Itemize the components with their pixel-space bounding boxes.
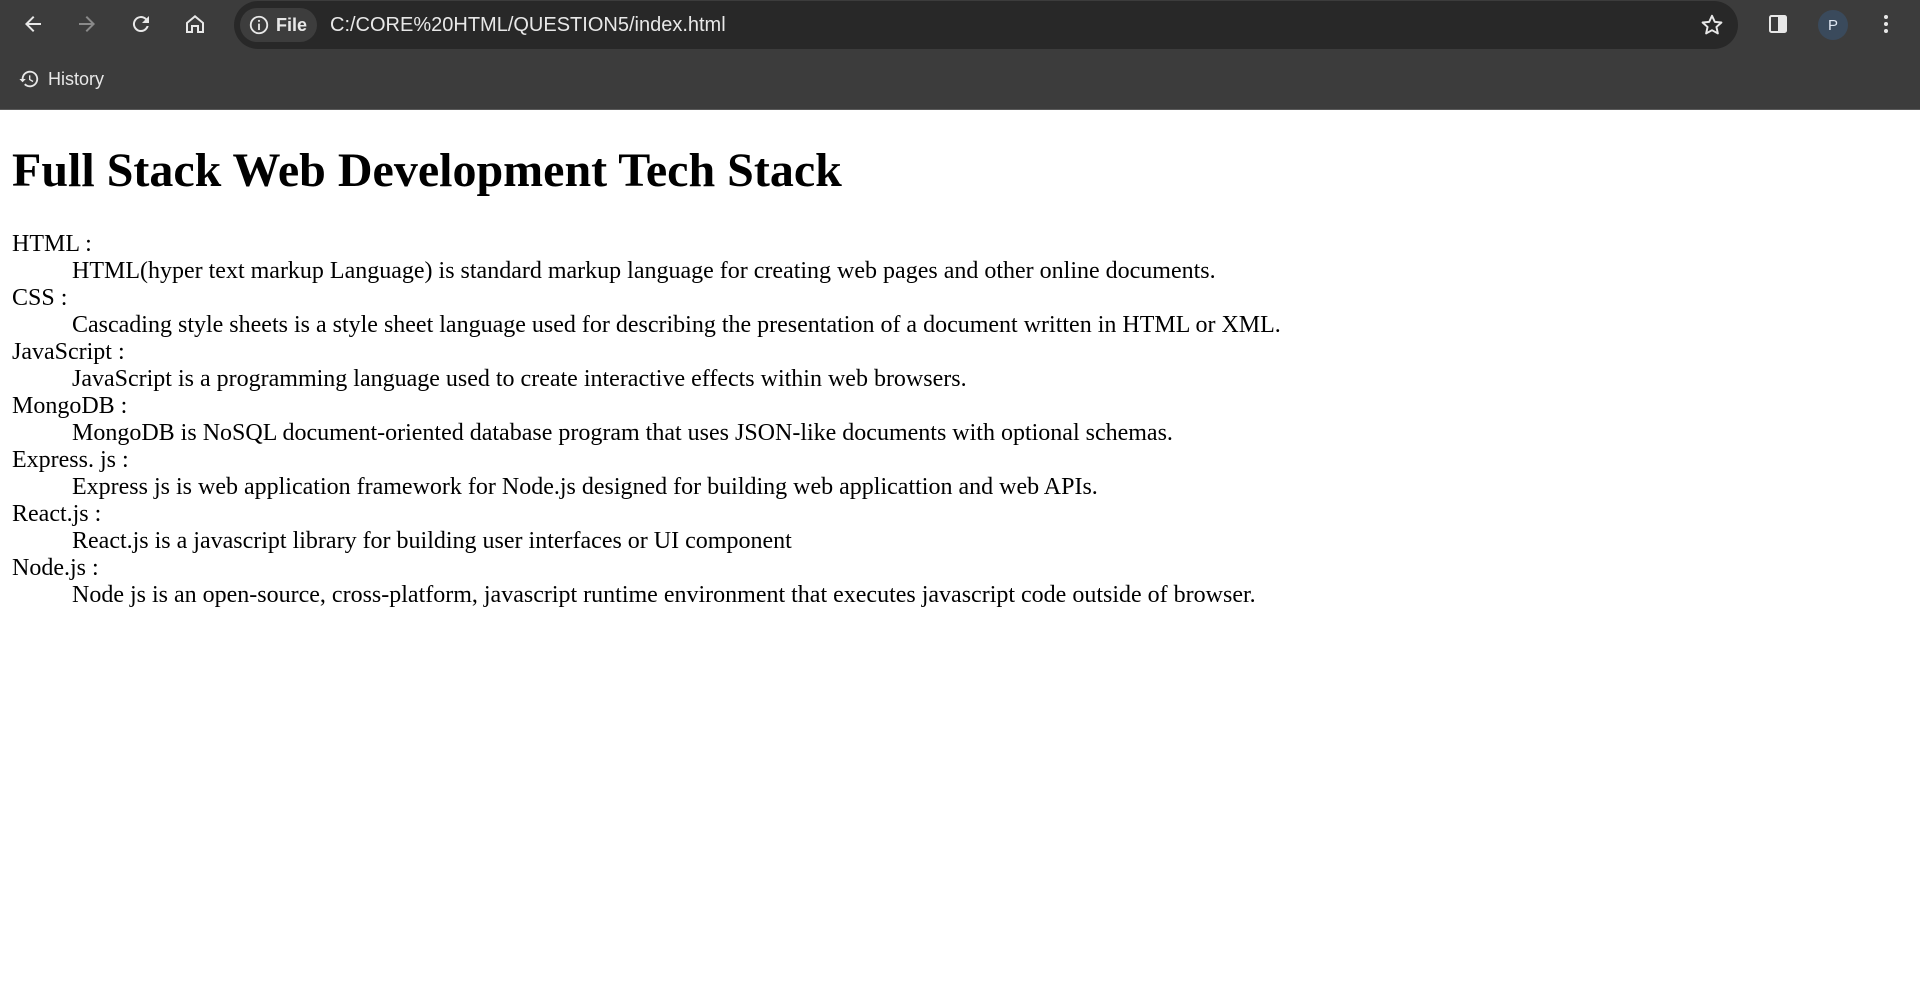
term-node: Node.js : xyxy=(12,555,99,581)
term-javascript: JavaScript : xyxy=(12,339,125,365)
address-bar[interactable]: File C:/CORE%20HTML/QUESTION5/index.html xyxy=(234,1,1738,49)
desc-html: HTML(hyper text markup Language) is stan… xyxy=(72,258,1216,284)
forward-button[interactable] xyxy=(69,6,105,42)
bookmark-history[interactable]: History xyxy=(10,62,112,96)
desc-node: Node js is an open-source, cross-platfor… xyxy=(72,582,1256,608)
star-icon xyxy=(1701,14,1723,35)
back-button[interactable] xyxy=(15,6,51,42)
desc-mongodb: MongoDB is NoSQL document-oriented datab… xyxy=(72,420,1173,446)
term-express: Express. js : xyxy=(12,447,129,473)
profile-avatar[interactable]: P xyxy=(1818,10,1848,40)
desc-javascript: JavaScript is a programming language use… xyxy=(72,366,967,392)
arrow-right-icon xyxy=(79,16,95,32)
page-title: Full Stack Web Development Tech Stack xyxy=(12,144,842,197)
info-circle-icon xyxy=(249,15,269,35)
bookmark-star-button[interactable] xyxy=(1694,7,1730,43)
browser-toolbar: File C:/CORE%20HTML/QUESTION5/index.html… xyxy=(0,0,1920,49)
url-text[interactable]: C:/CORE%20HTML/QUESTION5/index.html xyxy=(330,1,726,49)
arrow-left-icon xyxy=(25,16,41,32)
reload-button[interactable] xyxy=(123,6,159,42)
site-info-chip[interactable]: File xyxy=(240,8,318,42)
three-dots-vertical-icon xyxy=(1884,15,1888,33)
bookmarks-bar: History xyxy=(0,58,1920,100)
term-mongodb: MongoDB : xyxy=(12,393,128,419)
home-button[interactable] xyxy=(177,6,213,42)
home-icon xyxy=(186,15,204,33)
desc-css: Cascading style sheets is a style sheet … xyxy=(72,312,1281,338)
history-clock-icon xyxy=(19,70,39,88)
browser-chrome: File C:/CORE%20HTML/QUESTION5/index.html… xyxy=(0,0,1920,110)
term-react: React.js : xyxy=(12,501,102,527)
term-css: CSS : xyxy=(12,285,68,311)
refresh-icon xyxy=(132,16,149,33)
page-content: Full Stack Web Development Tech Stack HT… xyxy=(12,110,1902,609)
side-panel-icon xyxy=(1769,15,1787,33)
browser-menu-button[interactable] xyxy=(1868,6,1904,42)
bookmark-history-label: History xyxy=(48,68,105,89)
tech-stack-list: HTML : HTML(hyper text markup Language) … xyxy=(12,231,1902,609)
term-html: HTML : xyxy=(12,231,92,257)
desc-express: Express js is web application framework … xyxy=(72,474,1098,500)
side-panel-button[interactable] xyxy=(1760,6,1796,42)
site-chip-label: File xyxy=(276,14,308,35)
desc-react: React.js is a javascript library for bui… xyxy=(72,528,792,554)
